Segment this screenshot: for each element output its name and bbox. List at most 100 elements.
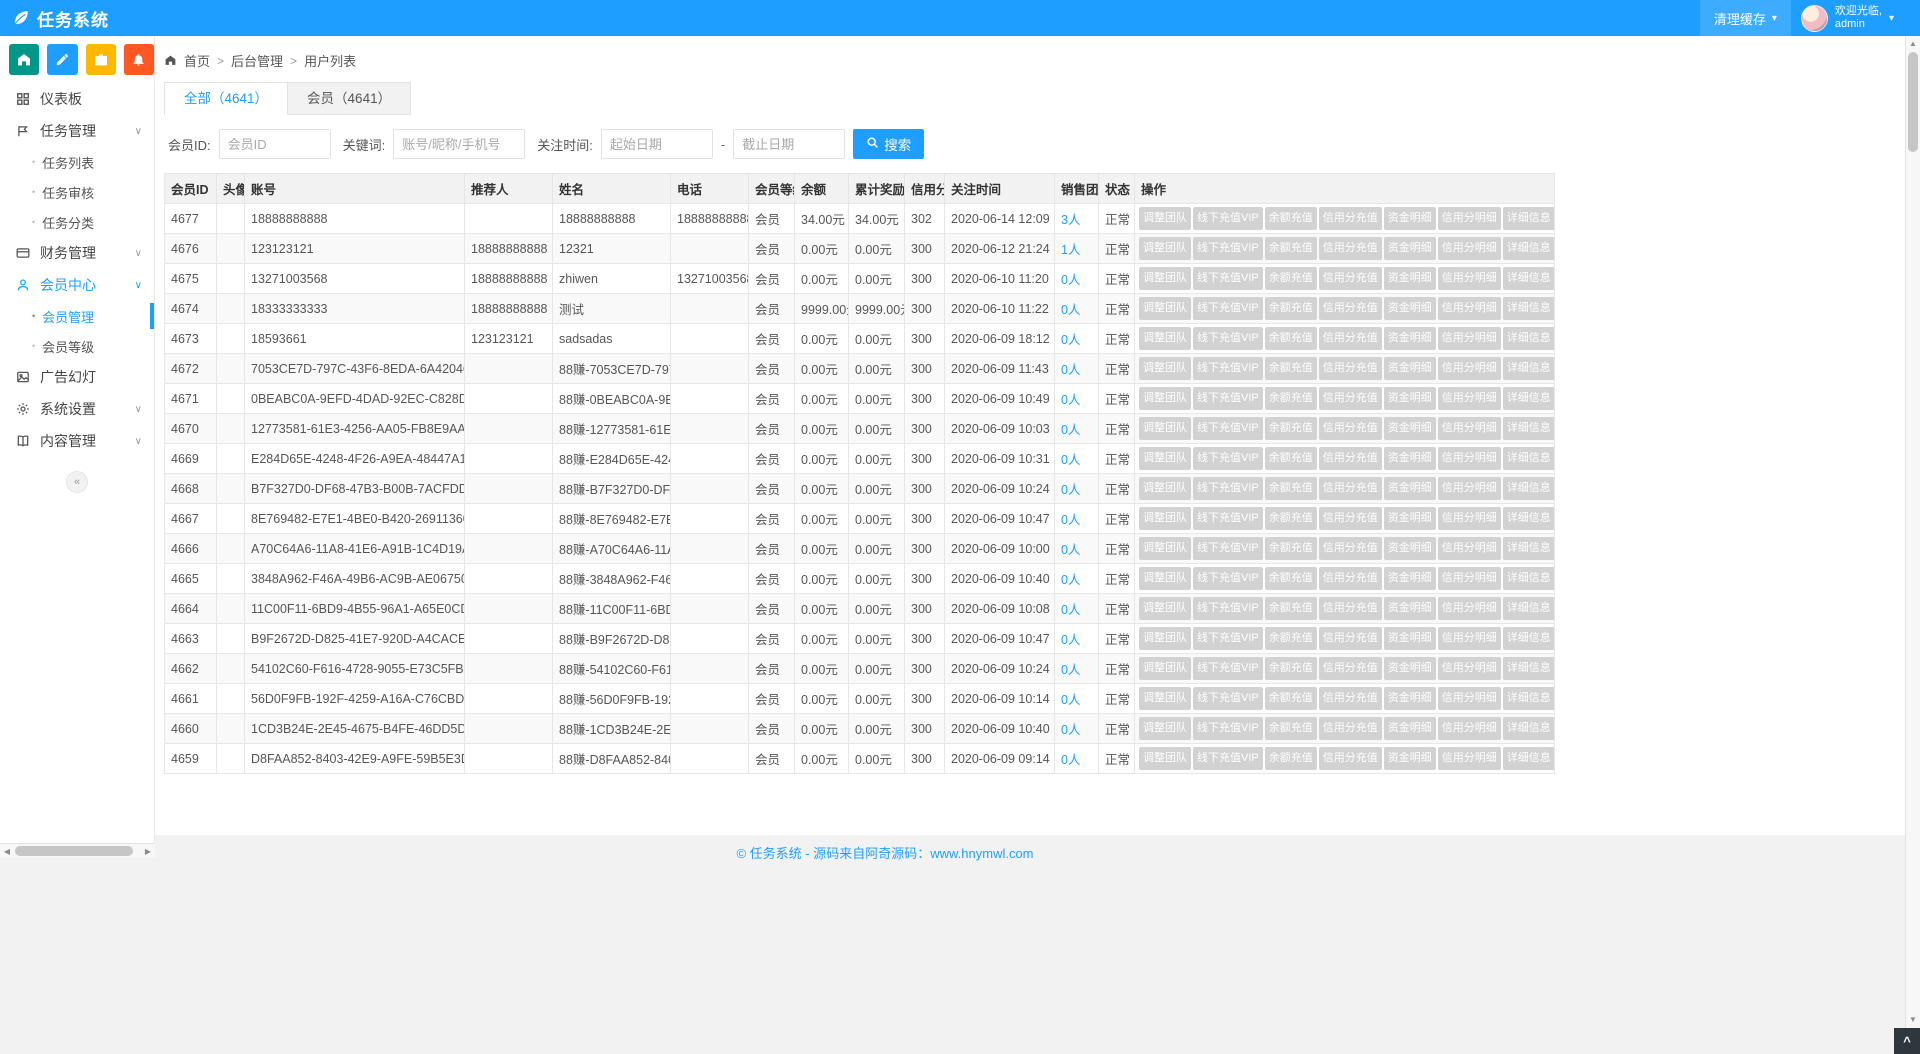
action-offline-vip-recharge[interactable]: 线下充值VIP [1193, 537, 1263, 560]
clear-cache-button[interactable]: 清理缓存 ▾ [1700, 0, 1791, 36]
action-offline-vip-recharge[interactable]: 线下充值VIP [1193, 627, 1263, 650]
action-detail-info[interactable]: 详细信息 [1503, 327, 1555, 350]
action-credit-details[interactable]: 信用分明细 [1438, 687, 1501, 710]
action-fund-details[interactable]: 资金明细 [1384, 387, 1436, 410]
sidebar-item-ad-slides[interactable]: 广告幻灯 [0, 361, 154, 393]
action-fund-details[interactable]: 资金明细 [1384, 657, 1436, 680]
bell-icon[interactable] [124, 44, 154, 75]
action-fund-details[interactable]: 资金明细 [1384, 717, 1436, 740]
tab-all[interactable]: 全部（4641） [164, 82, 288, 115]
start-date-input[interactable] [601, 129, 713, 159]
sidebar-item-member-level[interactable]: • 会员等级 [0, 331, 154, 361]
action-credit-recharge[interactable]: 信用分充值 [1319, 267, 1382, 290]
action-credit-recharge[interactable]: 信用分充值 [1319, 567, 1382, 590]
scroll-right-icon[interactable]: ▶ [141, 844, 155, 858]
action-credit-recharge[interactable]: 信用分充值 [1319, 537, 1382, 560]
action-balance-recharge[interactable]: 余额充值 [1265, 717, 1317, 740]
action-credit-recharge[interactable]: 信用分充值 [1319, 717, 1382, 740]
action-detail-info[interactable]: 详细信息 [1503, 717, 1555, 740]
action-offline-vip-recharge[interactable]: 线下充值VIP [1193, 327, 1263, 350]
action-credit-details[interactable]: 信用分明细 [1438, 747, 1501, 770]
user-menu[interactable]: 欢迎光临, admin ▾ [1791, 0, 1904, 36]
vertical-scrollbar-thumb[interactable] [1908, 52, 1918, 152]
cell-sales-team-link[interactable]: 0人 [1055, 624, 1099, 654]
action-credit-recharge[interactable]: 信用分充值 [1319, 297, 1382, 320]
action-credit-recharge[interactable]: 信用分充值 [1319, 747, 1382, 770]
action-fund-details[interactable]: 资金明细 [1384, 207, 1436, 230]
action-detail-info[interactable]: 详细信息 [1503, 207, 1555, 230]
action-balance-recharge[interactable]: 余额充值 [1265, 687, 1317, 710]
action-credit-details[interactable]: 信用分明细 [1438, 477, 1501, 500]
breadcrumb-backend[interactable]: 后台管理 [231, 51, 283, 70]
action-adjust-team[interactable]: 调整团队 [1139, 477, 1191, 500]
action-balance-recharge[interactable]: 余额充值 [1265, 297, 1317, 320]
action-fund-details[interactable]: 资金明细 [1384, 627, 1436, 650]
action-credit-details[interactable]: 信用分明细 [1438, 447, 1501, 470]
action-credit-details[interactable]: 信用分明细 [1438, 567, 1501, 590]
footer-link[interactable]: www.hnymwl.com [930, 846, 1033, 861]
action-fund-details[interactable]: 资金明细 [1384, 417, 1436, 440]
action-offline-vip-recharge[interactable]: 线下充值VIP [1193, 387, 1263, 410]
action-offline-vip-recharge[interactable]: 线下充值VIP [1193, 357, 1263, 380]
scroll-up-icon[interactable]: ▲ [1906, 36, 1920, 50]
action-balance-recharge[interactable]: 余额充值 [1265, 387, 1317, 410]
sidebar-item-task-list[interactable]: • 任务列表 [0, 147, 154, 177]
sidebar-group-finance[interactable]: 财务管理 ∨ [0, 237, 154, 269]
cell-sales-team-link[interactable]: 0人 [1055, 444, 1099, 474]
action-adjust-team[interactable]: 调整团队 [1139, 237, 1191, 260]
action-balance-recharge[interactable]: 余额充值 [1265, 477, 1317, 500]
action-adjust-team[interactable]: 调整团队 [1139, 597, 1191, 620]
action-credit-recharge[interactable]: 信用分充值 [1319, 447, 1382, 470]
cell-sales-team-link[interactable]: 3人 [1055, 204, 1099, 234]
cell-sales-team-link[interactable]: 0人 [1055, 744, 1099, 774]
action-adjust-team[interactable]: 调整团队 [1139, 627, 1191, 650]
back-to-top-button[interactable]: ^ [1894, 1028, 1920, 1054]
action-offline-vip-recharge[interactable]: 线下充值VIP [1193, 747, 1263, 770]
action-credit-recharge[interactable]: 信用分充值 [1319, 237, 1382, 260]
action-adjust-team[interactable]: 调整团队 [1139, 657, 1191, 680]
end-date-input[interactable] [733, 129, 845, 159]
cell-sales-team-link[interactable]: 0人 [1055, 534, 1099, 564]
action-fund-details[interactable]: 资金明细 [1384, 567, 1436, 590]
action-fund-details[interactable]: 资金明细 [1384, 447, 1436, 470]
sidebar-item-task-audit[interactable]: • 任务审核 [0, 177, 154, 207]
action-offline-vip-recharge[interactable]: 线下充值VIP [1193, 207, 1263, 230]
action-offline-vip-recharge[interactable]: 线下充值VIP [1193, 297, 1263, 320]
action-balance-recharge[interactable]: 余额充值 [1265, 567, 1317, 590]
action-offline-vip-recharge[interactable]: 线下充值VIP [1193, 417, 1263, 440]
action-credit-details[interactable]: 信用分明细 [1438, 627, 1501, 650]
action-offline-vip-recharge[interactable]: 线下充值VIP [1193, 507, 1263, 530]
action-detail-info[interactable]: 详细信息 [1503, 447, 1555, 470]
scroll-left-icon[interactable]: ◀ [0, 844, 14, 858]
keyword-input[interactable] [393, 129, 525, 159]
sidebar-group-system-settings[interactable]: 系统设置 ∨ [0, 393, 154, 425]
action-credit-details[interactable]: 信用分明细 [1438, 657, 1501, 680]
cell-sales-team-link[interactable]: 0人 [1055, 654, 1099, 684]
cell-sales-team-link[interactable]: 0人 [1055, 384, 1099, 414]
action-fund-details[interactable]: 资金明细 [1384, 357, 1436, 380]
action-balance-recharge[interactable]: 余额充值 [1265, 327, 1317, 350]
tab-members[interactable]: 会员（4641） [288, 82, 411, 115]
cell-sales-team-link[interactable]: 0人 [1055, 684, 1099, 714]
action-balance-recharge[interactable]: 余额充值 [1265, 597, 1317, 620]
action-detail-info[interactable]: 详细信息 [1503, 537, 1555, 560]
action-detail-info[interactable]: 详细信息 [1503, 657, 1555, 680]
cell-sales-team-link[interactable]: 0人 [1055, 474, 1099, 504]
horizontal-scrollbar-thumb[interactable] [15, 846, 133, 856]
action-fund-details[interactable]: 资金明细 [1384, 297, 1436, 320]
cell-sales-team-link[interactable]: 0人 [1055, 354, 1099, 384]
briefcase-icon[interactable] [86, 44, 116, 75]
cell-sales-team-link[interactable]: 0人 [1055, 324, 1099, 354]
action-credit-details[interactable]: 信用分明细 [1438, 207, 1501, 230]
action-credit-recharge[interactable]: 信用分充值 [1319, 597, 1382, 620]
action-fund-details[interactable]: 资金明细 [1384, 507, 1436, 530]
action-offline-vip-recharge[interactable]: 线下充值VIP [1193, 267, 1263, 290]
action-adjust-team[interactable]: 调整团队 [1139, 417, 1191, 440]
action-credit-recharge[interactable]: 信用分充值 [1319, 357, 1382, 380]
action-fund-details[interactable]: 资金明细 [1384, 747, 1436, 770]
action-offline-vip-recharge[interactable]: 线下充值VIP [1193, 237, 1263, 260]
action-balance-recharge[interactable]: 余额充值 [1265, 747, 1317, 770]
search-button[interactable]: 搜索 [853, 129, 924, 159]
action-detail-info[interactable]: 详细信息 [1503, 297, 1555, 320]
action-fund-details[interactable]: 资金明细 [1384, 687, 1436, 710]
